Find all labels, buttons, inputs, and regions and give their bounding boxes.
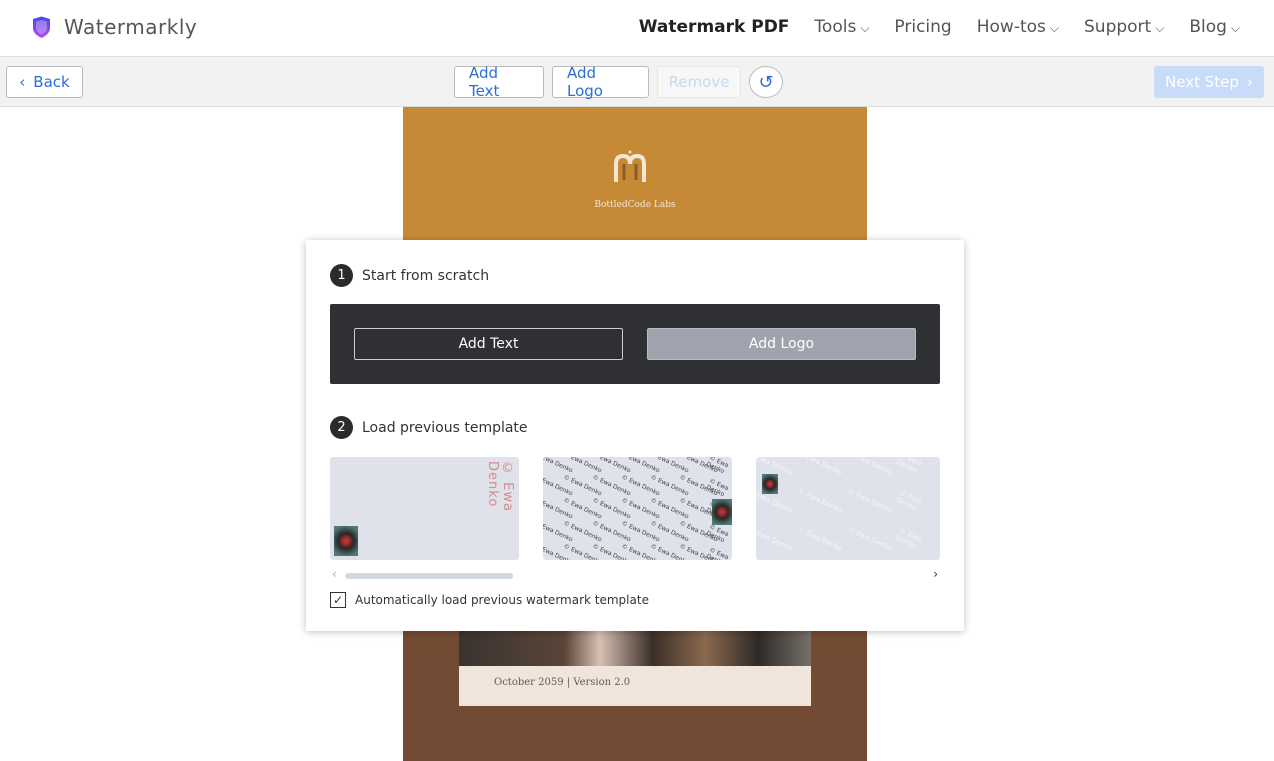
header: Watermarkly Watermark PDF Tools ⌵ Pricing… (0, 0, 1274, 57)
cover-header: BottledCode Labs (403, 107, 867, 240)
nav-label: Watermark PDF (638, 17, 790, 37)
cover-footer: October 2059 | Version 2.0 (459, 666, 811, 706)
watermark-tile: © Ewa Denko (894, 457, 923, 475)
template-thumbnail[interactable]: © Ewa Denko (330, 457, 519, 560)
nav-tools[interactable]: Tools ⌵ (814, 17, 869, 37)
add-logo-button[interactable]: Add Logo (647, 328, 916, 360)
step-number: 1 (330, 264, 353, 287)
nav-label: Tools (814, 17, 857, 37)
add-logo-button[interactable]: Add Logo (552, 64, 649, 100)
template-thumbnail[interactable]: © Ewa Denko© Ewa Denko© Ewa Denko© Ewa D… (756, 457, 940, 560)
step-1-heading: 1 Start from scratch (330, 264, 489, 287)
watermark-tile: © Ewa Denko (796, 457, 844, 477)
scratch-panel: Add Text Add Logo (330, 304, 940, 384)
add-text-button[interactable]: Add Text (354, 328, 623, 360)
checkbox-label: Automatically load previous watermark te… (355, 593, 649, 607)
logo-image (334, 526, 358, 556)
nav-blog[interactable]: Blog ⌵ (1189, 17, 1240, 37)
nav-watermark-pdf[interactable]: Watermark PDF (639, 17, 790, 37)
company-name: BottledCode Labs (594, 200, 676, 210)
start-dialog: 1 Start from scratch Add Text Add Logo 2L… (306, 240, 964, 631)
watermark-tile: © Ewa Denko (796, 525, 844, 553)
watermark-tile: © Ewa Denko (846, 487, 894, 515)
template-scrollbar[interactable]: ‹ › (330, 567, 940, 582)
auto-load-checkbox[interactable]: ✓ Automatically load previous watermark … (330, 592, 649, 608)
nav-pricing[interactable]: Pricing (894, 17, 951, 37)
chevron-right-icon[interactable]: › (933, 567, 938, 581)
add-text-button[interactable]: Add Text (454, 64, 544, 100)
watermark-tile: © Ewa Denko (796, 487, 844, 515)
step-2-heading: 2 Load previous template (330, 416, 528, 439)
nav-support[interactable]: Support ⌵ (1084, 17, 1164, 37)
nav-label: Blog (1189, 17, 1227, 37)
chevron-down-icon: ⌵ (1230, 21, 1240, 35)
cover-photo (459, 631, 811, 666)
step-number: 2 (330, 416, 353, 439)
undo-button[interactable]: ↺ (749, 66, 783, 98)
nav-label: Pricing (894, 17, 952, 37)
remove-button[interactable]: Remove (657, 66, 741, 98)
back-label: Back (33, 73, 70, 91)
step-label: Load previous template (362, 419, 528, 436)
nav-how-tos[interactable]: How-tos ⌵ (977, 17, 1059, 37)
next-step-button[interactable]: Next Step › (1154, 66, 1264, 98)
version-text: October 2059 | Version 2.0 (494, 677, 631, 688)
chevron-left-icon[interactable]: ‹ (332, 567, 337, 581)
logo-image (762, 474, 778, 494)
main-nav: Watermark PDF Tools ⌵ Pricing How-tos ⌵ Su… (639, 17, 1240, 37)
back-button[interactable]: ‹ Back (6, 66, 83, 98)
chevron-down-icon: ⌵ (1049, 21, 1059, 35)
watermark-tile: © Ewa Denko (756, 525, 794, 553)
watermark-text: © Ewa Denko (485, 461, 515, 512)
next-label: Next Step (1165, 73, 1239, 91)
nav-label: How-tos (976, 17, 1046, 37)
watermark-tile: © Ewa Denko (894, 488, 923, 513)
watermark-tile: © Ewa Denko (846, 525, 894, 553)
company-logo (614, 150, 646, 182)
shield-icon (33, 16, 50, 38)
watermark-tile: © Ewa Denko (894, 526, 923, 551)
chevron-down-icon: ⌵ (860, 21, 870, 35)
brand-name: Watermarkly (64, 15, 198, 39)
toolbar: ‹ Back Add Text Add Logo Remove ↺ Next St… (0, 57, 1274, 107)
scrollbar-thumb[interactable] (345, 573, 513, 579)
chevron-left-icon: ‹ (19, 73, 26, 91)
rotate-icon: ↺ (758, 71, 774, 93)
watermark-tile: © Ewa Denko (846, 457, 894, 477)
nav-label: Support (1084, 17, 1152, 37)
logo[interactable]: Watermarkly (31, 15, 197, 39)
step-label: Start from scratch (362, 267, 490, 284)
chevron-down-icon: ⌵ (1155, 21, 1165, 35)
chevron-right-icon: › (1246, 73, 1253, 91)
template-thumbnail[interactable]: © Ewa Denko© Ewa Denko© Ewa Denko© Ewa D… (543, 457, 732, 560)
logo-image (712, 499, 732, 525)
checkbox-checked-icon[interactable]: ✓ (330, 592, 346, 608)
